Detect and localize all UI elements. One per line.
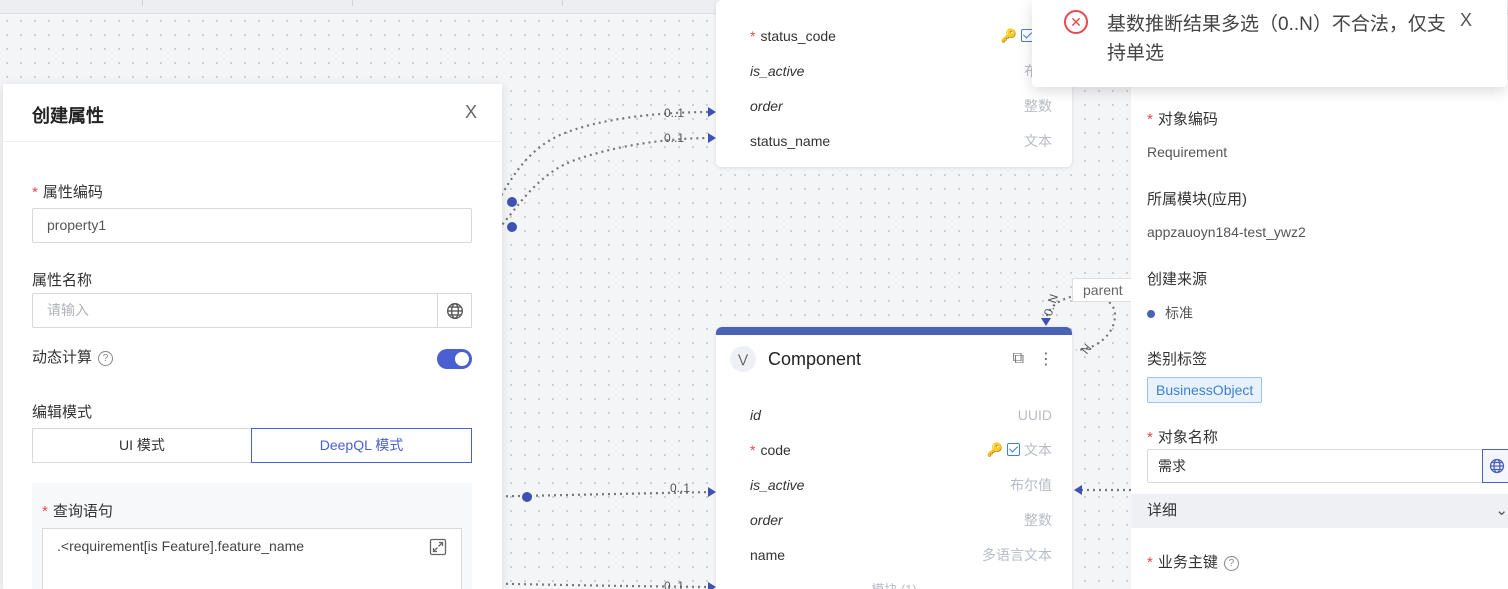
field-type: 文本 bbox=[1024, 132, 1052, 149]
globe-icon[interactable] bbox=[1482, 449, 1508, 483]
entity-header: ⋁ Component ⧉ ⋮ bbox=[716, 327, 1072, 383]
query-editor[interactable]: .<requirement[is Feature].feature_name bbox=[42, 528, 462, 589]
field-name: status_name bbox=[750, 132, 831, 149]
link-cardinality-label: 0..1 bbox=[664, 579, 685, 589]
status-entity-card[interactable]: *status_code 🔑一 is_active 布尔 order 整数 st… bbox=[716, 0, 1072, 167]
field-name: id bbox=[750, 406, 761, 423]
query-text: .<requirement[is Feature].feature_name bbox=[57, 538, 305, 554]
entity-field-row[interactable]: id UUID bbox=[716, 397, 1072, 432]
source-value: 标准 bbox=[1147, 303, 1193, 323]
property-name-label: 属性名称 bbox=[32, 272, 93, 289]
entity-field-row[interactable]: *status_code 🔑一 bbox=[716, 18, 1072, 53]
component-entity-card[interactable]: ⋁ Component ⧉ ⋮ id UUID * code 🔑 文本 is_act… bbox=[716, 327, 1072, 589]
link-endpoint-1 bbox=[507, 197, 517, 207]
open-external-icon[interactable]: ⧉ bbox=[1013, 350, 1024, 368]
dynamic-calc-label: 动态计算? bbox=[32, 346, 114, 367]
arrow-head-1 bbox=[708, 107, 716, 117]
edit-mode-label: 编辑模式 bbox=[32, 404, 93, 421]
link-cardinality-label: 0..1 bbox=[664, 106, 685, 120]
source-label: 创建来源 bbox=[1147, 271, 1208, 288]
close-icon[interactable]: X bbox=[465, 102, 477, 123]
field-name: is_active bbox=[750, 476, 805, 493]
category-tag[interactable]: BusinessObject bbox=[1147, 377, 1263, 403]
object-properties-panel: * 对象编码 Requirement 所属模块(应用) appzauoyn184-… bbox=[1131, 80, 1508, 589]
module-label: 所属模块(应用) bbox=[1147, 191, 1247, 208]
arrow-head-4 bbox=[708, 582, 716, 589]
field-type: 文本 bbox=[1024, 441, 1052, 458]
field-type: UUID bbox=[1017, 406, 1052, 423]
property-name-input[interactable]: 请输入 bbox=[32, 293, 438, 328]
create-property-dialog: 创建属性 X * 属性编码 property1 属性名称 请输入 动态计算? 编辑… bbox=[3, 84, 502, 589]
globe-icon[interactable] bbox=[437, 293, 472, 328]
entity-field-row[interactable]: is_active 布尔值 bbox=[716, 467, 1072, 502]
field-type: 整数 bbox=[1024, 97, 1052, 114]
dialog-header: 创建属性 X bbox=[3, 84, 502, 142]
query-section: * 查询语句 .<requirement[is Feature].feature_… bbox=[32, 483, 472, 589]
field-type: 布尔值 bbox=[1010, 476, 1052, 493]
chevron-down-icon[interactable]: ⌄ bbox=[1495, 494, 1508, 528]
entity-field-row[interactable]: order 整数 bbox=[716, 88, 1072, 123]
query-label: * 查询语句 bbox=[42, 503, 113, 520]
help-icon[interactable]: ? bbox=[1223, 555, 1239, 571]
link-cardinality-label: 0..1 bbox=[664, 131, 685, 145]
ui-mode-tab[interactable]: UI 模式 bbox=[32, 428, 252, 463]
arrow-head-5 bbox=[1074, 485, 1082, 495]
error-toast: ✕ 基数推断结果多选（0..N）不合法，仅支持单选 X bbox=[1032, 0, 1507, 87]
arrow-head-2 bbox=[708, 133, 716, 143]
entity-field-row[interactable]: order 整数 bbox=[716, 502, 1072, 537]
property-code-input[interactable]: property1 bbox=[32, 208, 472, 243]
field-type: 多语言文本 bbox=[982, 546, 1052, 563]
field-name: status_code bbox=[760, 27, 836, 44]
collapse-icon[interactable]: ⋁ bbox=[730, 346, 756, 372]
parent-relation-label[interactable]: parent bbox=[1072, 278, 1134, 302]
dynamic-calc-toggle[interactable] bbox=[437, 349, 472, 369]
more-icon[interactable]: ⋮ bbox=[1038, 349, 1054, 369]
entity-field-row[interactable]: * code 🔑 文本 bbox=[716, 432, 1072, 467]
error-circle-icon: ✕ bbox=[1064, 10, 1088, 34]
link-line-2 bbox=[469, 136, 713, 252]
link-endpoint-2 bbox=[507, 222, 517, 232]
business-key-label: * 业务主键? bbox=[1147, 551, 1239, 572]
object-name-label: * 对象名称 bbox=[1147, 429, 1218, 446]
object-code-value: Requirement bbox=[1147, 144, 1228, 160]
field-name: code bbox=[760, 441, 791, 458]
key-icon: 🔑 bbox=[1000, 27, 1017, 43]
arrow-head-3 bbox=[708, 487, 716, 497]
entity-field-row[interactable]: status_name 文本 bbox=[716, 123, 1072, 158]
help-icon[interactable]: ? bbox=[98, 350, 114, 366]
object-code-label: * 对象编码 bbox=[1147, 111, 1218, 128]
entity-field-row[interactable]: is_active 布尔 bbox=[716, 53, 1072, 88]
field-name: order bbox=[750, 97, 783, 114]
object-name-input[interactable]: 需求 bbox=[1147, 449, 1483, 483]
dialog-title: 创建属性 bbox=[32, 106, 104, 126]
field-name: name bbox=[750, 546, 786, 563]
key-icon: 🔑 bbox=[986, 441, 1003, 457]
checkbox-icon bbox=[1007, 443, 1020, 456]
close-icon[interactable]: X bbox=[1460, 10, 1472, 31]
link-cardinality-label: 0..1 bbox=[670, 481, 691, 495]
entity-field-row[interactable]: name 多语言文本 bbox=[716, 537, 1072, 572]
arrow-head-6 bbox=[1041, 318, 1051, 326]
property-code-label: * 属性编码 bbox=[32, 184, 103, 201]
link-endpoint-3 bbox=[522, 492, 532, 502]
link-line-1 bbox=[469, 110, 713, 232]
status-dot bbox=[1147, 310, 1155, 319]
expand-icon[interactable] bbox=[429, 538, 447, 561]
field-type: 整数 bbox=[1024, 511, 1052, 528]
detail-section-header[interactable]: 详细 ⌄ bbox=[1131, 494, 1508, 528]
field-name: order bbox=[750, 511, 783, 528]
category-label: 类别标签 bbox=[1147, 351, 1208, 368]
module-value: appzauoyn184-test_ywz2 bbox=[1147, 224, 1306, 240]
deepql-mode-tab[interactable]: DeepQL 模式 bbox=[251, 428, 472, 463]
entity-title: Component bbox=[768, 348, 862, 369]
entity-footer[interactable]: 模块 (1) bbox=[716, 579, 1072, 589]
field-name: is_active bbox=[750, 62, 805, 79]
toast-message: 基数推断结果多选（0..N）不合法，仅支持单选 bbox=[1107, 14, 1446, 64]
